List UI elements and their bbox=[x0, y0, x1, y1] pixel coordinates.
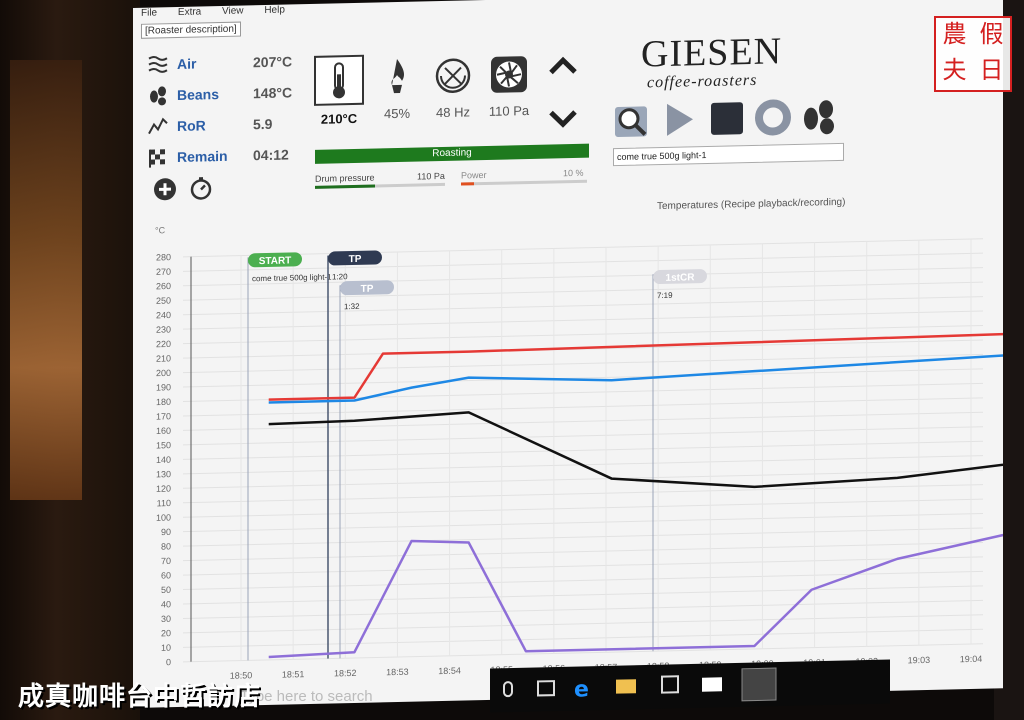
gridline bbox=[183, 585, 983, 605]
y-tick-label: 150 bbox=[156, 440, 171, 450]
gridline bbox=[183, 614, 983, 634]
x-tick-label: 18:53 bbox=[386, 667, 409, 678]
gridline bbox=[183, 513, 983, 533]
gridline bbox=[183, 411, 983, 431]
gridline bbox=[183, 628, 983, 648]
gridline bbox=[183, 498, 983, 518]
marker-note: 7:19 bbox=[657, 291, 673, 300]
marker-label: START bbox=[259, 255, 292, 267]
y-tick-label: 280 bbox=[156, 252, 171, 262]
x-tick-label: 19:04 bbox=[960, 654, 983, 665]
x-tick-label: 18:51 bbox=[282, 669, 305, 680]
gridline bbox=[183, 570, 983, 591]
file-explorer-icon[interactable] bbox=[616, 679, 636, 694]
y-tick-label: 20 bbox=[161, 628, 171, 638]
marker-note: 1:20 bbox=[332, 272, 348, 281]
gridline bbox=[183, 426, 983, 446]
y-tick-label: 250 bbox=[156, 296, 171, 306]
y-tick-label: 0 bbox=[166, 657, 171, 667]
y-tick-label: 140 bbox=[156, 455, 171, 465]
y-tick-label: 110 bbox=[157, 498, 171, 508]
gridline bbox=[183, 440, 983, 460]
y-tick-label: 30 bbox=[161, 614, 171, 624]
y-tick-label: 160 bbox=[156, 426, 171, 436]
edge-browser-icon[interactable]: e bbox=[574, 677, 589, 702]
taskbar-icons: e bbox=[503, 667, 777, 703]
y-tick-label: 230 bbox=[156, 324, 171, 334]
gridline bbox=[183, 368, 983, 388]
task-view-icon[interactable] bbox=[537, 680, 555, 697]
watermark-seal: 農 假 夫 日 bbox=[934, 16, 1012, 92]
gridline bbox=[183, 296, 983, 316]
y-tick-label: 170 bbox=[156, 411, 171, 421]
y-tick-label: 100 bbox=[156, 512, 171, 522]
y-tick-label: 190 bbox=[156, 382, 171, 392]
y-tick-label: 120 bbox=[156, 484, 171, 494]
app-window: File Extra View Help [Roaster descriptio… bbox=[133, 0, 1003, 708]
y-tick-label: 80 bbox=[161, 541, 171, 551]
x-tick-label: 19:03 bbox=[908, 655, 931, 666]
gridline bbox=[183, 324, 983, 345]
series-line bbox=[268, 299, 1003, 404]
y-tick-label: 10 bbox=[161, 643, 171, 653]
store-icon[interactable] bbox=[661, 675, 679, 694]
gridline bbox=[183, 310, 983, 330]
seal-char: 假 bbox=[979, 20, 1004, 48]
marker-label: 1stCR bbox=[666, 272, 696, 284]
microphone-icon[interactable] bbox=[503, 681, 513, 698]
x-tick-label: 18:52 bbox=[334, 668, 357, 679]
gridline bbox=[183, 484, 983, 504]
y-tick-label: 180 bbox=[156, 397, 171, 407]
y-tick-label: 50 bbox=[161, 585, 171, 595]
gridline bbox=[183, 599, 983, 619]
y-tick-label: 40 bbox=[161, 599, 171, 609]
y-tick-label: 260 bbox=[156, 281, 171, 291]
marker-note: come true 500g light-1 bbox=[252, 272, 332, 283]
y-tick-label: 210 bbox=[156, 353, 171, 363]
y-tick-label: 60 bbox=[161, 570, 171, 580]
windows-taskbar: e bbox=[490, 659, 890, 713]
y-tick-label: 130 bbox=[156, 469, 171, 479]
gridline bbox=[183, 541, 983, 562]
gridline bbox=[183, 252, 983, 272]
y-tick-label: 70 bbox=[161, 556, 171, 566]
photo-caption: 成真咖啡台中哲訪店 bbox=[18, 682, 262, 712]
giesen-app-icon[interactable] bbox=[741, 667, 777, 702]
gridline bbox=[183, 281, 983, 301]
marker-label: TP bbox=[349, 254, 362, 265]
marker-note: 1:32 bbox=[344, 302, 360, 311]
y-tick-label: 270 bbox=[156, 267, 171, 277]
mail-icon[interactable] bbox=[702, 677, 722, 692]
seal-char: 夫 bbox=[942, 56, 967, 84]
seal-char: 農 bbox=[942, 20, 967, 48]
background-lamp-glow bbox=[10, 60, 82, 500]
x-tick-label: 18:54 bbox=[438, 666, 461, 677]
y-tick-label: 90 bbox=[161, 527, 171, 537]
temperature-chart: 0 10 20 30 40 50 60 70 80 90 100 110 120 130 140 150 160… bbox=[156, 238, 1003, 681]
gridline bbox=[183, 238, 983, 258]
y-tick-label: 240 bbox=[156, 310, 171, 320]
y-tick-label: 220 bbox=[156, 339, 171, 349]
y-tick-label: 200 bbox=[156, 368, 171, 378]
seal-char: 日 bbox=[979, 56, 1004, 84]
marker-label: TP bbox=[361, 284, 374, 295]
gridline bbox=[183, 527, 983, 547]
